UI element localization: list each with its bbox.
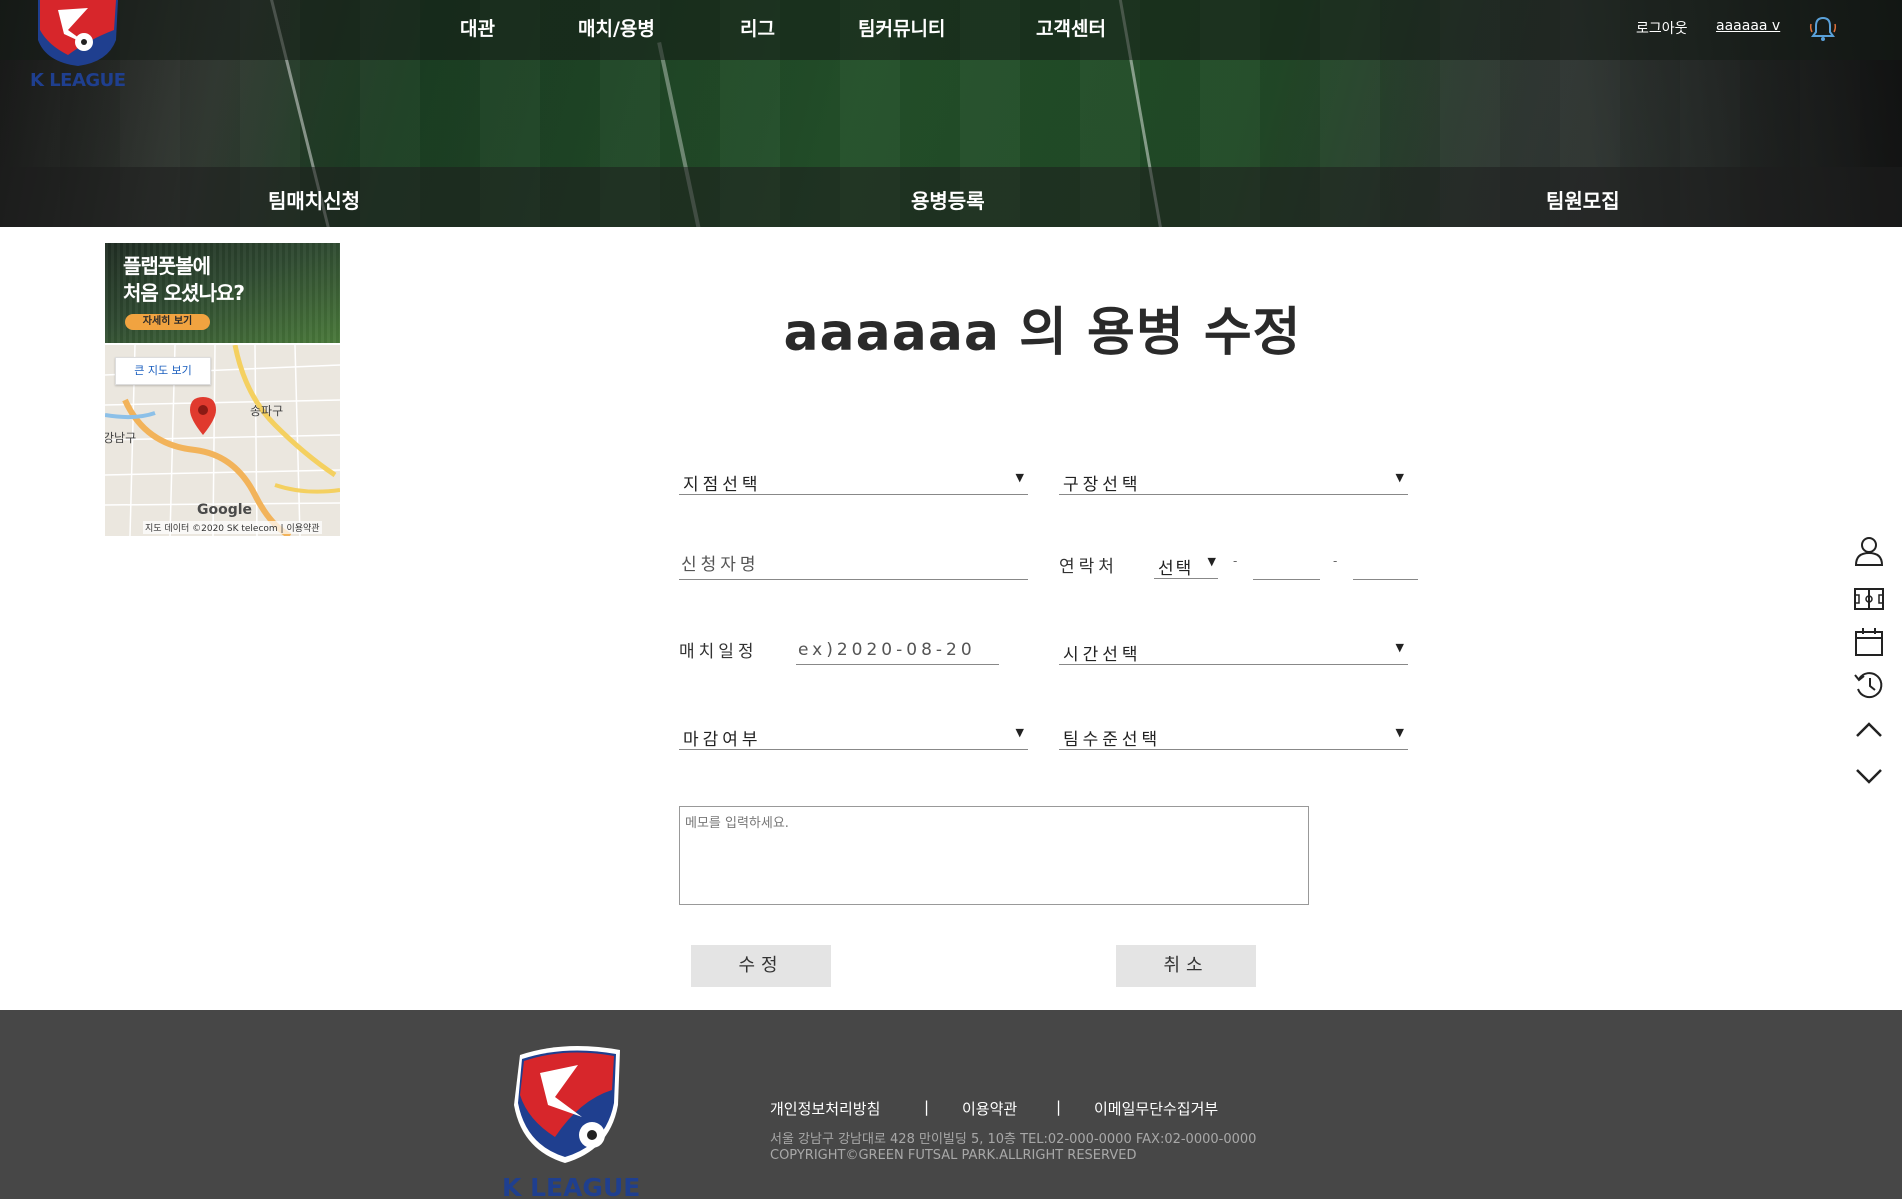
match-date-input[interactable] xyxy=(796,635,999,665)
map-widget[interactable]: 큰 지도 보기 송파구 강남구 Google 지도 데이터 ©2020 SK t… xyxy=(105,345,340,536)
k-league-logo[interactable]: K LEAGUE xyxy=(28,0,128,92)
ad-headline-2: 처음 오셨나요? xyxy=(123,281,245,305)
phone-last-input[interactable] xyxy=(1353,550,1418,580)
cancel-button[interactable]: 취소 xyxy=(1116,945,1256,987)
map-label-gangnam: 강남구 xyxy=(105,431,137,445)
bell-icon[interactable] xyxy=(1808,14,1838,44)
big-map-button[interactable]: 큰 지도 보기 xyxy=(115,357,211,385)
stadium-icon[interactable] xyxy=(1853,583,1885,615)
sub-navigation: 팀매치신청 용병등록 팀원모집 xyxy=(0,167,1902,227)
tab-team-recruit[interactable]: 팀원모집 xyxy=(1546,185,1620,214)
dropdown-arrow-icon: ▼ xyxy=(1015,471,1024,484)
username-menu[interactable]: aaaaaa v xyxy=(1716,18,1780,34)
footer-logo-text: K LEAGUE xyxy=(502,1173,641,1202)
nav-item-match-mercenary[interactable]: 매치/용병 xyxy=(578,14,655,41)
submit-edit-button[interactable]: 수정 xyxy=(691,945,831,987)
footer-separator: | xyxy=(924,1098,930,1116)
footer-separator: | xyxy=(1056,1098,1062,1116)
page-title: aaaaaa 의 용병 수정 xyxy=(783,303,1302,363)
history-icon[interactable] xyxy=(1853,669,1885,701)
nav-item-league[interactable]: 리그 xyxy=(740,14,775,41)
team-level-select-value: 팀수준선택 xyxy=(1063,730,1162,750)
tab-mercenary-register[interactable]: 용병등록 xyxy=(911,185,985,214)
deadline-select[interactable]: 마감여부 ▼ xyxy=(679,723,1028,750)
hero-banner: K LEAGUE 대관 매치/용병 리그 팀커뮤니티 고객센터 로그아웃 aaa… xyxy=(0,0,1902,227)
team-level-select[interactable]: 팀수준선택 ▼ xyxy=(1059,723,1408,750)
arrow-down-icon[interactable] xyxy=(1853,760,1885,792)
copyright: COPYRIGHT©GREEN FUTSAL PARK.ALLRIGHT RES… xyxy=(770,1148,1137,1163)
k-league-emblem-icon xyxy=(38,0,118,66)
email-refusal-link[interactable]: 이메일무단수집거부 xyxy=(1094,1098,1218,1119)
ad-banner[interactable]: 플랩풋볼에 처음 오셨나요? 자세히 보기 xyxy=(105,243,340,343)
phone-middle-input[interactable] xyxy=(1253,550,1320,580)
arrow-up-icon[interactable] xyxy=(1853,714,1885,746)
phone-dash: - xyxy=(1233,554,1238,568)
map-pin-icon xyxy=(190,397,216,435)
footer: K LEAGUE 개인정보처리방침 | 이용약관 | 이메일무단수집거부 서울 … xyxy=(0,1010,1902,1202)
match-date-label: 매치일정 xyxy=(679,642,758,662)
contact-label: 연락처 xyxy=(1059,557,1118,577)
branch-select-value: 지점선택 xyxy=(683,475,762,495)
deadline-select-value: 마감여부 xyxy=(683,730,762,750)
dropdown-arrow-icon: ▼ xyxy=(1395,641,1404,654)
google-logo: Google xyxy=(197,502,253,518)
k-league-emblem-icon xyxy=(514,1046,620,1163)
nav-item-rental[interactable]: 대관 xyxy=(460,14,495,41)
ad-detail-button[interactable]: 자세히 보기 xyxy=(125,314,210,330)
dropdown-arrow-icon: ▼ xyxy=(1395,726,1404,739)
nav-item-customer-center[interactable]: 고객센터 xyxy=(1036,14,1106,41)
map-label-songpa: 송파구 xyxy=(250,404,284,418)
memo-textarea[interactable] xyxy=(679,806,1309,905)
phone-prefix-value: 선택 xyxy=(1158,559,1194,579)
terms-link[interactable]: 이용약관 xyxy=(962,1098,1017,1119)
calendar-icon[interactable] xyxy=(1853,626,1885,658)
nav-item-team-community[interactable]: 팀커뮤니티 xyxy=(858,14,945,41)
phone-dash: - xyxy=(1333,554,1338,568)
privacy-policy-link[interactable]: 개인정보처리방침 xyxy=(770,1098,880,1119)
field-select-value: 구장선택 xyxy=(1063,475,1142,495)
dropdown-arrow-icon: ▼ xyxy=(1207,555,1216,568)
applicant-name-input[interactable] xyxy=(679,550,1028,580)
logout-link[interactable]: 로그아웃 xyxy=(1636,18,1688,38)
tab-team-match-apply[interactable]: 팀매치신청 xyxy=(268,185,360,214)
time-select[interactable]: 시간선택 ▼ xyxy=(1059,638,1408,665)
branch-select[interactable]: 지점선택 ▼ xyxy=(679,468,1028,495)
phone-prefix-select[interactable]: 선택 ▼ xyxy=(1154,552,1218,579)
dropdown-arrow-icon: ▼ xyxy=(1395,471,1404,484)
map-attribution[interactable]: 지도 데이터 ©2020 SK telecom | 이용약관 xyxy=(143,521,322,534)
company-address: 서울 강남구 강남대로 428 만이빌딩 5, 10층 TEL:02-000-0… xyxy=(770,1132,1257,1147)
time-select-value: 시간선택 xyxy=(1063,645,1142,665)
ad-headline-1: 플랩풋볼에 xyxy=(123,254,211,278)
logo-text: K LEAGUE xyxy=(30,70,126,91)
user-icon[interactable] xyxy=(1853,535,1885,567)
dropdown-arrow-icon: ▼ xyxy=(1015,726,1024,739)
field-select[interactable]: 구장선택 ▼ xyxy=(1059,468,1408,495)
top-navigation-bar xyxy=(0,0,1902,60)
footer-k-league-logo[interactable]: K LEAGUE xyxy=(500,1045,640,1202)
